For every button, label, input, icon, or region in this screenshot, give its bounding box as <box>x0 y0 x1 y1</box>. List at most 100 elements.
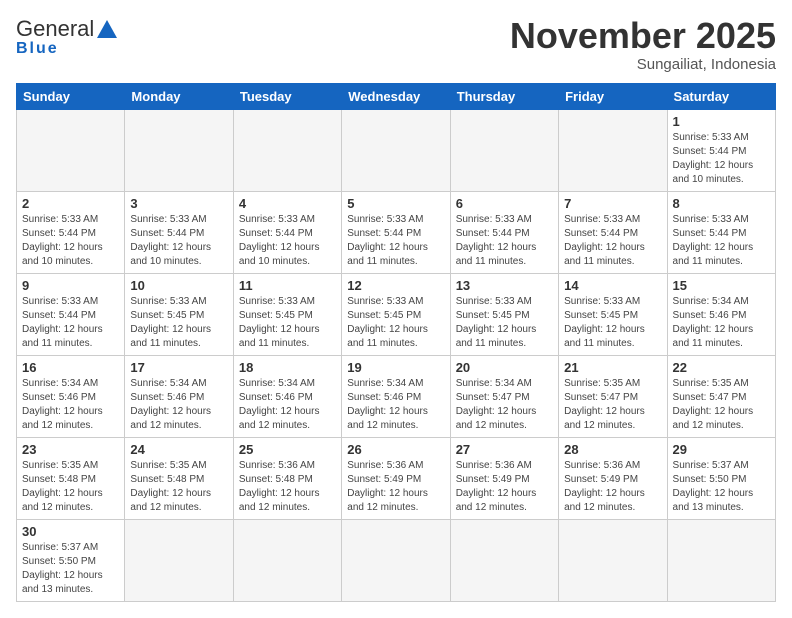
calendar-day-cell: 9 Sunrise: 5:33 AMSunset: 5:44 PMDaylight… <box>17 273 125 355</box>
day-number: 12 <box>347 278 444 293</box>
calendar-day-cell <box>125 519 233 601</box>
day-number: 4 <box>239 196 336 211</box>
calendar-day-cell: 14 Sunrise: 5:33 AMSunset: 5:45 PMDayligh… <box>559 273 667 355</box>
title-section: November 2025 Sungailiat, Indonesia <box>510 16 776 73</box>
calendar-day-cell: 6 Sunrise: 5:33 AMSunset: 5:44 PMDaylight… <box>450 191 558 273</box>
day-info: Sunrise: 5:36 AMSunset: 5:49 PMDaylight:… <box>564 459 661 515</box>
day-info: Sunrise: 5:34 AMSunset: 5:46 PMDaylight:… <box>239 377 336 433</box>
calendar-table: SundayMondayTuesdayWednesdayThursdayFrid… <box>16 83 776 602</box>
day-of-week-header: Wednesday <box>342 83 450 109</box>
day-info: Sunrise: 5:33 AMSunset: 5:44 PMDaylight:… <box>673 131 770 187</box>
day-number: 3 <box>130 196 227 211</box>
day-number: 9 <box>22 278 119 293</box>
calendar-day-cell <box>667 519 775 601</box>
day-info: Sunrise: 5:36 AMSunset: 5:49 PMDaylight:… <box>456 459 553 515</box>
day-info: Sunrise: 5:37 AMSunset: 5:50 PMDaylight:… <box>22 541 119 597</box>
day-info: Sunrise: 5:33 AMSunset: 5:44 PMDaylight:… <box>673 213 770 269</box>
calendar-day-cell: 30 Sunrise: 5:37 AMSunset: 5:50 PMDayligh… <box>17 519 125 601</box>
day-number: 26 <box>347 442 444 457</box>
calendar-day-cell: 2Sunrise: 5:33 AMSunset: 5:44 PMDaylight… <box>17 191 125 273</box>
calendar-day-cell <box>233 519 341 601</box>
day-info: Sunrise: 5:35 AMSunset: 5:48 PMDaylight:… <box>22 459 119 515</box>
calendar-day-cell <box>233 109 341 191</box>
day-info: Sunrise: 5:33 AMSunset: 5:45 PMDaylight:… <box>347 295 444 351</box>
day-number: 8 <box>673 196 770 211</box>
calendar-day-cell: 22 Sunrise: 5:35 AMSunset: 5:47 PMDayligh… <box>667 355 775 437</box>
day-number: 23 <box>22 442 119 457</box>
day-info: Sunrise: 5:33 AMSunset: 5:44 PMDaylight:… <box>564 213 661 269</box>
calendar-day-cell: 19 Sunrise: 5:34 AMSunset: 5:46 PMDayligh… <box>342 355 450 437</box>
calendar-day-cell <box>559 519 667 601</box>
day-info: Sunrise: 5:33 AMSunset: 5:44 PMDaylight:… <box>239 213 336 269</box>
day-number: 30 <box>22 524 119 539</box>
day-number: 6 <box>456 196 553 211</box>
day-info: Sunrise: 5:33 AMSunset: 5:44 PMDaylight:… <box>22 213 119 269</box>
day-number: 18 <box>239 360 336 375</box>
day-number: 7 <box>564 196 661 211</box>
day-info: Sunrise: 5:35 AMSunset: 5:48 PMDaylight:… <box>130 459 227 515</box>
day-number: 19 <box>347 360 444 375</box>
calendar-day-cell: 16 Sunrise: 5:34 AMSunset: 5:46 PMDayligh… <box>17 355 125 437</box>
month-title: November 2025 <box>510 16 776 56</box>
logo: General Blue <box>16 16 118 58</box>
day-number: 16 <box>22 360 119 375</box>
calendar-day-cell: 7 Sunrise: 5:33 AMSunset: 5:44 PMDaylight… <box>559 191 667 273</box>
location: Sungailiat, Indonesia <box>510 56 776 73</box>
day-info: Sunrise: 5:34 AMSunset: 5:47 PMDaylight:… <box>456 377 553 433</box>
day-number: 21 <box>564 360 661 375</box>
day-number: 25 <box>239 442 336 457</box>
day-of-week-header: Monday <box>125 83 233 109</box>
day-number: 10 <box>130 278 227 293</box>
day-info: Sunrise: 5:35 AMSunset: 5:47 PMDaylight:… <box>673 377 770 433</box>
day-of-week-header: Friday <box>559 83 667 109</box>
day-info: Sunrise: 5:34 AMSunset: 5:46 PMDaylight:… <box>673 295 770 351</box>
day-info: Sunrise: 5:34 AMSunset: 5:46 PMDaylight:… <box>347 377 444 433</box>
logo-general-text: General <box>16 16 94 42</box>
day-of-week-header: Saturday <box>667 83 775 109</box>
calendar-day-cell: 4 Sunrise: 5:33 AMSunset: 5:44 PMDaylight… <box>233 191 341 273</box>
calendar-day-cell: 21 Sunrise: 5:35 AMSunset: 5:47 PMDayligh… <box>559 355 667 437</box>
calendar-day-cell <box>17 109 125 191</box>
calendar-day-cell: 12 Sunrise: 5:33 AMSunset: 5:45 PMDayligh… <box>342 273 450 355</box>
calendar-day-cell: 28 Sunrise: 5:36 AMSunset: 5:49 PMDayligh… <box>559 437 667 519</box>
day-info: Sunrise: 5:35 AMSunset: 5:47 PMDaylight:… <box>564 377 661 433</box>
logo-text: General <box>16 16 118 42</box>
day-number: 20 <box>456 360 553 375</box>
page-header: General Blue November 2025 Sungailiat, I… <box>16 16 776 73</box>
day-info: Sunrise: 5:33 AMSunset: 5:44 PMDaylight:… <box>130 213 227 269</box>
day-number: 22 <box>673 360 770 375</box>
calendar-day-cell: 18 Sunrise: 5:34 AMSunset: 5:46 PMDayligh… <box>233 355 341 437</box>
calendar-day-cell <box>342 109 450 191</box>
day-number: 14 <box>564 278 661 293</box>
day-number: 24 <box>130 442 227 457</box>
day-of-week-header: Sunday <box>17 83 125 109</box>
day-info: Sunrise: 5:36 AMSunset: 5:49 PMDaylight:… <box>347 459 444 515</box>
calendar-day-cell: 26 Sunrise: 5:36 AMSunset: 5:49 PMDayligh… <box>342 437 450 519</box>
calendar-day-cell: 3 Sunrise: 5:33 AMSunset: 5:44 PMDaylight… <box>125 191 233 273</box>
day-info: Sunrise: 5:37 AMSunset: 5:50 PMDaylight:… <box>673 459 770 515</box>
calendar-day-cell: 13Sunrise: 5:33 AMSunset: 5:45 PMDayligh… <box>450 273 558 355</box>
calendar-day-cell <box>125 109 233 191</box>
day-info: Sunrise: 5:33 AMSunset: 5:44 PMDaylight:… <box>22 295 119 351</box>
day-number: 1 <box>673 114 770 129</box>
day-info: Sunrise: 5:36 AMSunset: 5:48 PMDaylight:… <box>239 459 336 515</box>
day-number: 5 <box>347 196 444 211</box>
day-number: 17 <box>130 360 227 375</box>
day-number: 11 <box>239 278 336 293</box>
day-info: Sunrise: 5:33 AMSunset: 5:44 PMDaylight:… <box>456 213 553 269</box>
calendar-day-cell <box>450 519 558 601</box>
calendar-day-cell <box>342 519 450 601</box>
calendar-day-cell: 5 Sunrise: 5:33 AMSunset: 5:44 PMDaylight… <box>342 191 450 273</box>
day-info: Sunrise: 5:33 AMSunset: 5:45 PMDaylight:… <box>564 295 661 351</box>
calendar-day-cell: 25 Sunrise: 5:36 AMSunset: 5:48 PMDayligh… <box>233 437 341 519</box>
day-number: 28 <box>564 442 661 457</box>
day-number: 13 <box>456 278 553 293</box>
day-number: 15 <box>673 278 770 293</box>
day-of-week-header: Thursday <box>450 83 558 109</box>
calendar-day-cell: 17Sunrise: 5:34 AMSunset: 5:46 PMDayligh… <box>125 355 233 437</box>
day-info: Sunrise: 5:33 AMSunset: 5:44 PMDaylight:… <box>347 213 444 269</box>
calendar-day-cell: 23 Sunrise: 5:35 AMSunset: 5:48 PMDayligh… <box>17 437 125 519</box>
calendar-day-cell: 1 Sunrise: 5:33 AMSunset: 5:44 PMDaylight… <box>667 109 775 191</box>
calendar-day-cell <box>450 109 558 191</box>
day-info: Sunrise: 5:34 AMSunset: 5:46 PMDaylight:… <box>22 377 119 433</box>
